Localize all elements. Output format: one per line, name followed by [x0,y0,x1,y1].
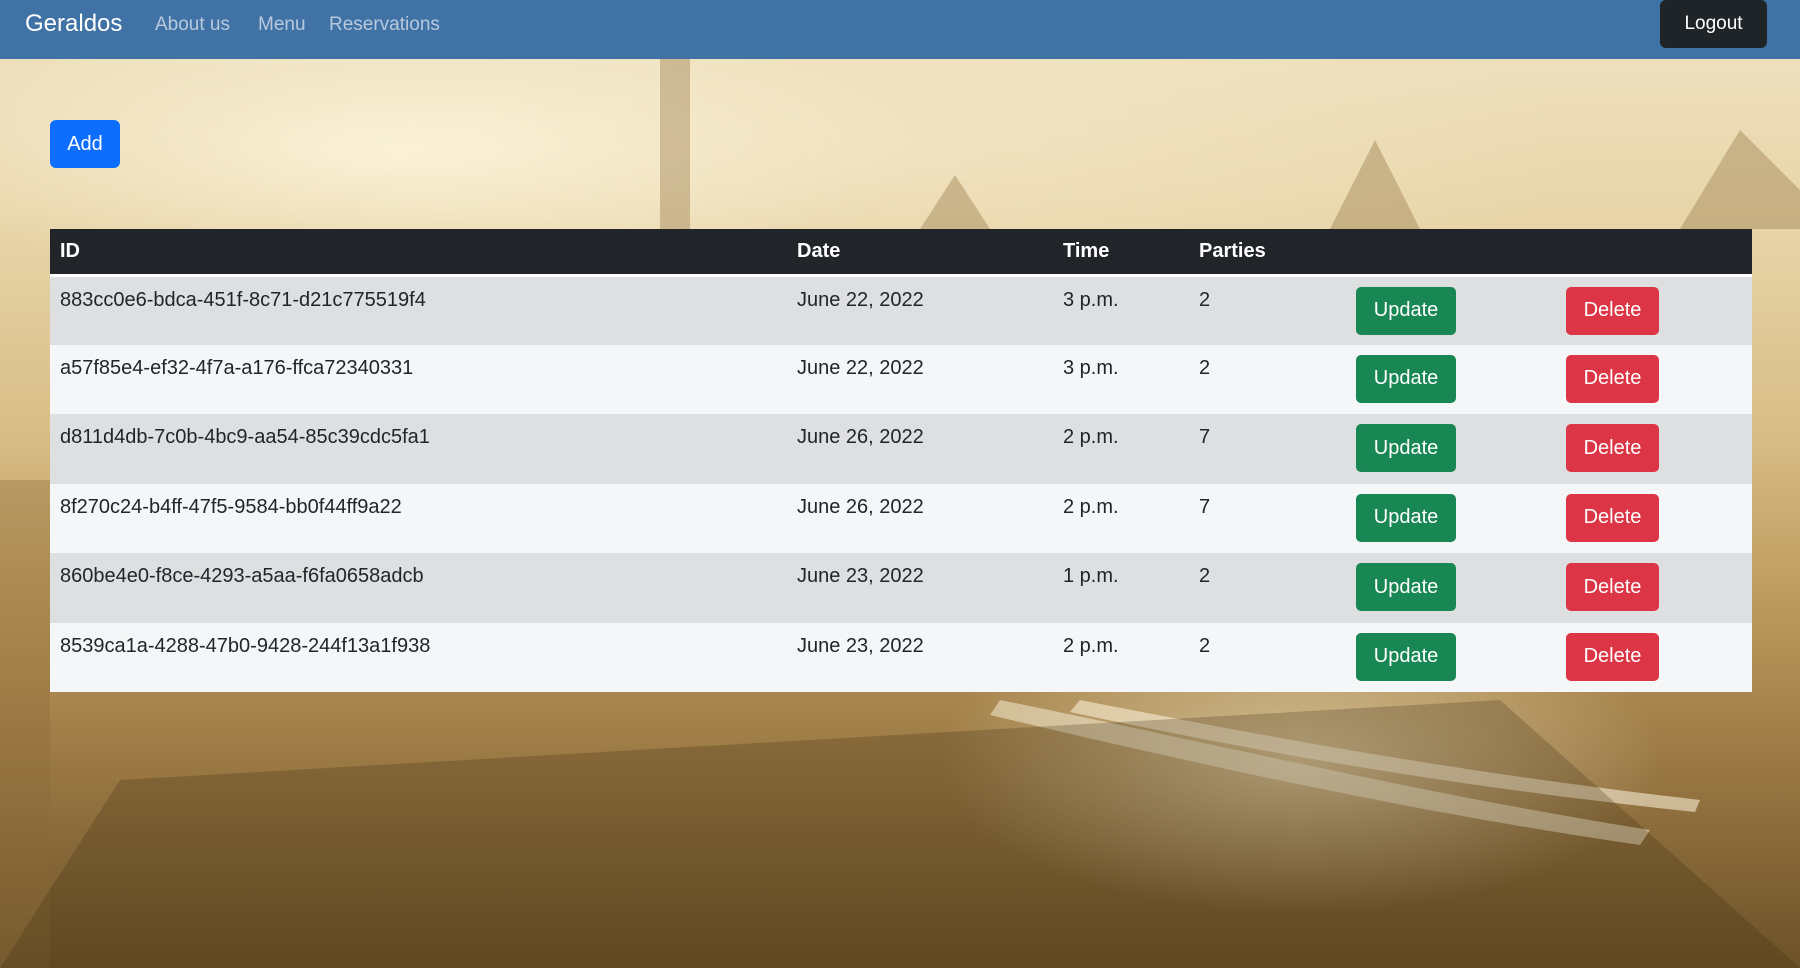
nav-link-about-us[interactable]: About us [155,12,230,38]
cell-delete: Delete [1556,414,1752,484]
add-reservation-button[interactable]: Add [50,120,120,168]
column-header-time[interactable]: Time [1053,229,1189,277]
cell-parties: 7 [1199,426,1211,448]
cell-time: 2 p.m. [1063,495,1119,518]
cell-parties: 2 [1199,634,1211,657]
cell-update: Update [1346,553,1556,623]
cell-id: a57f85e4-ef32-4f7a-a176-ffca72340331 [60,356,414,379]
column-header-update [1346,229,1556,277]
cell-delete: Delete [1556,275,1752,345]
background-left-shade [0,480,50,968]
update-button[interactable]: Update [1356,354,1456,403]
cell-time: 3 p.m. [1063,356,1119,379]
table-row: 8f270c24-b4ff-47f5-9584-bb0f44ff9a22 Jun… [50,483,1752,554]
table-row: 8539ca1a-4288-47b0-9428-244f13a1f938 Jun… [50,622,1752,693]
delete-button[interactable]: Delete [1566,493,1659,542]
cell-parties: 2 [1199,356,1211,379]
cell-date: June 23, 2022 [797,634,924,657]
column-header-id[interactable]: ID [50,229,787,277]
column-header-parties[interactable]: Parties [1189,229,1346,277]
cell-delete: Delete [1556,484,1752,554]
update-button[interactable]: Update [1356,563,1456,611]
cell-update: Update [1346,414,1556,484]
table-row: a57f85e4-ef32-4f7a-a176-ffca72340331 Jun… [50,344,1752,415]
cell-update: Update [1346,484,1556,554]
cell-delete: Delete [1556,345,1752,415]
cell-date: June 26, 2022 [797,426,924,448]
cell-time: 2 p.m. [1063,634,1119,657]
delete-button[interactable]: Delete [1566,286,1659,335]
update-button[interactable]: Update [1356,493,1456,542]
delete-button[interactable]: Delete [1566,424,1659,472]
cell-id: 883cc0e6-bdca-451f-8c71-d21c775519f4 [60,288,426,311]
column-header-date[interactable]: Date [787,229,1053,277]
cell-time: 2 p.m. [1063,426,1119,448]
nav-link-menu[interactable]: Menu [258,12,306,38]
table-row: 860be4e0-f8ce-4293-a5aa-f6fa0658adcb Jun… [50,553,1752,623]
background-peak-2 [1330,140,1420,229]
cell-time: 1 p.m. [1063,565,1119,587]
logout-button[interactable]: Logout [1660,0,1767,48]
cell-time: 3 p.m. [1063,288,1119,311]
background-placemat [0,700,1800,968]
cell-date: June 26, 2022 [797,495,924,518]
cell-id: 860be4e0-f8ce-4293-a5aa-f6fa0658adcb [60,565,424,587]
cell-delete: Delete [1556,553,1752,623]
table-header-row: ID Date Time Parties [50,229,1752,277]
update-button[interactable]: Update [1356,286,1456,335]
background-peak-3 [1680,130,1800,229]
table-row: 883cc0e6-bdca-451f-8c71-d21c775519f4 Jun… [50,275,1752,345]
cell-update: Update [1346,275,1556,345]
cell-delete: Delete [1556,623,1752,693]
nav-link-reservations[interactable]: Reservations [329,12,440,38]
cell-update: Update [1346,345,1556,415]
delete-button[interactable]: Delete [1566,563,1659,611]
cell-parties: 2 [1199,565,1211,587]
cell-parties: 2 [1199,288,1211,311]
reservations-table-container: ID Date Time Parties 883cc0e6-bdca-451f-… [50,229,1752,694]
cell-id: 8f270c24-b4ff-47f5-9584-bb0f44ff9a22 [60,495,402,518]
brand-logo[interactable]: Geraldos [25,8,122,40]
table-row: d811d4db-7c0b-4bc9-aa54-85c39cdc5fa1 Jun… [50,414,1752,484]
cell-date: June 22, 2022 [797,356,924,379]
background-post [660,59,690,229]
top-navbar: Geraldos About us Menu Reservations Logo… [0,0,1800,59]
update-button[interactable]: Update [1356,424,1456,472]
delete-button[interactable]: Delete [1566,632,1659,681]
cell-date: June 22, 2022 [797,288,924,311]
reservations-table: ID Date Time Parties 883cc0e6-bdca-451f-… [50,229,1752,692]
update-button[interactable]: Update [1356,632,1456,681]
cell-id: 8539ca1a-4288-47b0-9428-244f13a1f938 [60,634,431,657]
cell-id: d811d4db-7c0b-4bc9-aa54-85c39cdc5fa1 [60,426,430,448]
cell-parties: 7 [1199,495,1211,518]
background-peak-1 [920,175,990,229]
cell-date: June 23, 2022 [797,565,924,587]
delete-button[interactable]: Delete [1566,354,1659,403]
cell-update: Update [1346,623,1556,693]
column-header-delete [1556,229,1752,277]
